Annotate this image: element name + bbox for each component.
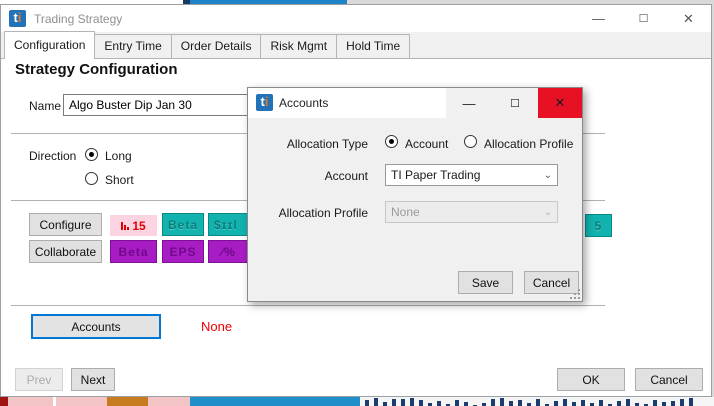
account-select[interactable]: TI Paper Trading ⌄ <box>385 164 558 186</box>
indicator-badge-beta-teal[interactable]: Beta <box>162 213 204 236</box>
allocation-profile-select: None ⌄ <box>385 201 558 223</box>
window-titlebar: ti Trading Strategy — ☐ ✕ <box>1 5 711 32</box>
save-button[interactable]: Save <box>458 271 513 294</box>
table-cell <box>56 397 107 406</box>
resize-grip[interactable] <box>570 289 580 299</box>
ok-button[interactable]: OK <box>557 368 625 391</box>
indicator-badge-chart15[interactable]: 15 <box>110 215 157 236</box>
tab-entry-time[interactable]: Entry Time <box>94 34 172 58</box>
minimize-icon[interactable]: — <box>576 5 621 32</box>
collaborate-button[interactable]: Collaborate <box>29 240 102 263</box>
tab-risk-mgmt[interactable]: Risk Mgmt <box>260 34 338 58</box>
allocation-type-label: Allocation Type <box>286 137 368 151</box>
table-cell <box>190 397 360 406</box>
tab-configuration[interactable]: Configuration <box>4 31 96 59</box>
allocation-profile-label: Allocation Profile <box>278 206 368 220</box>
allocation-type-account-radio[interactable] <box>385 135 398 148</box>
table-cell <box>8 397 53 406</box>
separator <box>11 305 605 306</box>
table-cell <box>0 397 8 406</box>
next-button[interactable]: Next <box>71 368 115 391</box>
maximize-icon[interactable]: ☐ <box>621 5 666 32</box>
app-logo-icon: ti <box>9 10 26 27</box>
page-title: Strategy Configuration <box>15 61 178 78</box>
cancel-button[interactable]: Cancel <box>635 368 703 391</box>
configure-button[interactable]: Configure <box>29 213 102 236</box>
chevron-down-icon: ⌄ <box>543 206 552 218</box>
account-label: Account <box>324 169 368 183</box>
tab-strip: Configuration Entry Time Order Details R… <box>1 31 711 59</box>
indicator-badge-beta-purple[interactable]: Beta <box>110 240 157 263</box>
direction-label: Direction <box>29 149 77 163</box>
indicator-badge-percent[interactable]: ∕% <box>208 240 249 263</box>
background-app-strip <box>0 397 714 406</box>
table-cell <box>148 397 190 406</box>
volume-histogram <box>365 397 714 406</box>
indicator-badge-dollar[interactable]: $ɪɪl <box>208 213 249 236</box>
dialog-title: Accounts <box>279 96 329 110</box>
bar-chart-icon <box>121 221 130 230</box>
table-cell <box>107 397 148 406</box>
accounts-dialog: ti Accounts — ☐ ✕ Allocation Type Accoun… <box>247 87 583 302</box>
indicator-badge-eps[interactable]: EPS <box>162 240 204 263</box>
direction-short-label: Short <box>105 173 134 187</box>
tab-order-details[interactable]: Order Details <box>170 34 262 58</box>
accounts-status-badge: None <box>201 319 233 334</box>
dialog-titlebar: ti Accounts — ☐ ✕ <box>248 88 582 118</box>
close-icon[interactable]: ✕ <box>666 5 711 32</box>
chevron-down-icon: ⌄ <box>543 169 552 181</box>
dialog-close-icon[interactable]: ✕ <box>538 88 582 118</box>
allocation-type-account-label: Account <box>405 137 449 151</box>
accounts-button[interactable]: Accounts <box>31 314 161 339</box>
dialog-minimize-icon[interactable]: — <box>446 88 492 118</box>
allocation-type-profile-label: Allocation Profile <box>484 137 574 151</box>
app-logo-icon: ti <box>256 94 273 111</box>
direction-long-radio[interactable] <box>85 148 98 161</box>
window-title: Trading Strategy <box>34 12 123 26</box>
direction-short-radio[interactable] <box>85 172 98 185</box>
direction-long-label: Long <box>105 149 132 163</box>
dialog-maximize-icon[interactable]: ☐ <box>492 88 538 118</box>
tab-hold-time[interactable]: Hold Time <box>336 34 411 58</box>
prev-button[interactable]: Prev <box>15 368 63 391</box>
indicator-badge-5[interactable]: 5 <box>585 214 612 237</box>
name-label: Name <box>29 99 62 113</box>
allocation-type-profile-radio[interactable] <box>464 135 477 148</box>
